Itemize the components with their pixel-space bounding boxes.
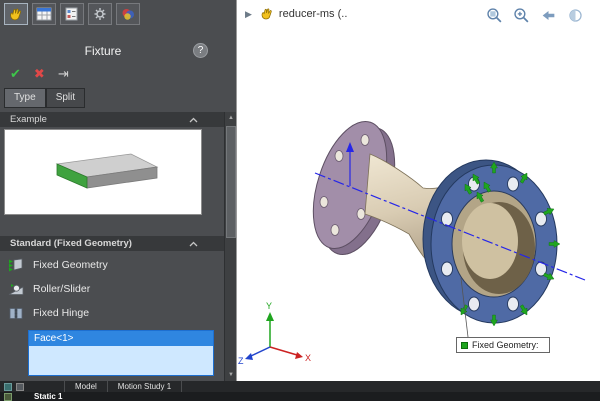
tab-appearances[interactable] — [116, 3, 140, 25]
zoom-to-area-icon[interactable] — [512, 6, 530, 24]
graphics-viewport[interactable]: ▶ reducer-ms (.. — [236, 0, 600, 381]
roller-slider-icon — [8, 281, 24, 297]
fixture-hand-icon — [8, 7, 24, 22]
fixture-callout[interactable]: Fixed Geometry: — [456, 337, 550, 353]
appearance-sphere-icon — [120, 7, 136, 21]
section-view-icon[interactable] — [566, 6, 584, 24]
collapse-chevron-icon[interactable] — [189, 115, 198, 130]
fixture-hand-icon — [260, 7, 274, 21]
pin-button[interactable]: ⇥ — [58, 66, 69, 82]
tab-type[interactable]: Type — [4, 88, 46, 108]
cancel-button[interactable]: ✖ — [34, 66, 45, 82]
help-button[interactable]: ? — [193, 43, 208, 58]
list-pane-icon — [64, 7, 80, 21]
solidworks-window: Fixture ? ✔ ✖ ⇥ Type Split Example Stand — [0, 0, 600, 401]
tab-design-tree[interactable] — [32, 3, 56, 25]
fixture-option-roller-slider[interactable]: Roller/Slider — [8, 278, 90, 300]
axis-x-label: X — [305, 353, 311, 363]
viewport-breadcrumb-bar: ▶ reducer-ms (.. — [237, 0, 600, 28]
fixture-option-fixed-hinge[interactable]: Fixed Hinge — [8, 302, 89, 324]
tab-fixture-propertymanager[interactable] — [4, 3, 28, 25]
fixture-option-label: Roller/Slider — [33, 283, 90, 295]
fixed-geometry-icon — [8, 257, 24, 273]
panel-tab-strip — [4, 3, 140, 25]
example-section-header[interactable]: Example — [0, 112, 224, 127]
breadcrumb[interactable]: reducer-ms (.. — [260, 7, 347, 21]
tab-settings[interactable] — [88, 3, 112, 25]
selected-face-item[interactable]: Face<1> — [29, 331, 213, 346]
study-tab-icon[interactable] — [4, 393, 12, 401]
tab-split[interactable]: Split — [46, 88, 85, 108]
axis-y-label: Y — [266, 301, 272, 311]
breadcrumb-label: reducer-ms (.. — [279, 8, 347, 20]
expand-tree-icon[interactable]: ▶ — [245, 9, 252, 20]
fixture-callout-label: Fixed Geometry: — [472, 340, 539, 350]
table-icon — [36, 7, 52, 21]
page-title: Fixture — [0, 44, 206, 58]
tab-model[interactable]: Model — [64, 381, 108, 392]
zoom-to-fit-icon[interactable] — [485, 6, 503, 24]
example-section-label: Example — [10, 114, 47, 125]
fixture-option-fixed-geometry[interactable]: Fixed Geometry — [8, 254, 108, 276]
tab-motion-study-1[interactable]: Motion Study 1 — [108, 381, 182, 392]
gear-icon — [92, 7, 108, 21]
model-3d-reducer[interactable]: Y X Z — [237, 28, 600, 381]
tab-scroll-left-icon[interactable] — [4, 383, 12, 391]
tab-list-icon[interactable] — [16, 383, 24, 391]
collapse-chevron-icon[interactable] — [189, 239, 198, 254]
scrollbar-thumb[interactable] — [226, 126, 236, 238]
example-preview-image — [4, 129, 202, 215]
tab-static-1[interactable]: Static 1 — [34, 392, 62, 401]
ok-button[interactable]: ✔ — [10, 66, 21, 82]
fixed-hinge-icon — [8, 305, 24, 321]
orientation-triad: Y X Z — [238, 301, 311, 366]
example-wedge-graphic — [5, 130, 201, 214]
tab-display-pane[interactable] — [60, 3, 84, 25]
panel-scrollbar[interactable]: ▲ ▼ — [224, 112, 236, 381]
standard-section-label: Standard (Fixed Geometry) — [10, 238, 132, 249]
fixture-option-label: Fixed Hinge — [33, 307, 89, 319]
fixture-callout-icon — [461, 342, 468, 349]
previous-view-icon[interactable] — [539, 6, 557, 24]
axis-z-label: Z — [238, 356, 244, 366]
right-flange[interactable] — [423, 160, 557, 323]
propertymanager-tabs: Type Split — [4, 88, 85, 108]
property-manager-panel: Fixture ? ✔ ✖ ⇥ Type Split Example Stand — [0, 0, 236, 381]
faces-selection-listbox[interactable]: Face<1> — [28, 330, 214, 376]
study-tab-bar: Static 1 — [0, 392, 600, 401]
fixture-option-label: Fixed Geometry — [33, 259, 108, 271]
document-tab-bar: Model Motion Study 1 — [0, 381, 600, 392]
standard-section-header[interactable]: Standard (Fixed Geometry) — [0, 236, 224, 251]
confirm-row: ✔ ✖ ⇥ — [10, 66, 69, 82]
viewport-toolbar — [485, 6, 584, 24]
